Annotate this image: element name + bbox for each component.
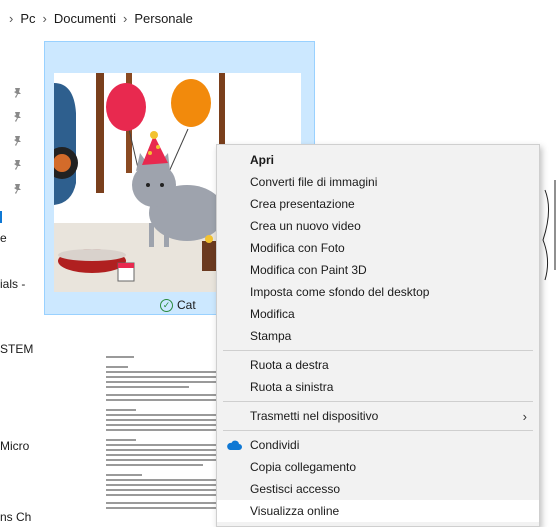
menu-item-trasmetti[interactable]: Trasmetti nel dispositivo › — [217, 405, 539, 427]
menu-item-crea-video[interactable]: Crea un nuovo video — [217, 215, 539, 237]
menu-item-sfondo-desktop[interactable]: Imposta come sfondo del desktop — [217, 281, 539, 303]
menu-item-label: Crea presentazione — [250, 197, 355, 211]
chevron-right-icon: › — [522, 409, 527, 424]
pin-icon — [14, 112, 21, 122]
menu-item-gestisci-accesso[interactable]: Gestisci accesso — [217, 478, 539, 500]
menu-item-label: Crea un nuovo video — [250, 219, 361, 233]
menu-item-label: Trasmetti nel dispositivo — [250, 409, 379, 423]
file-explorer-window: { "breadcrumb": { "items": ["Pc", "Docum… — [0, 0, 559, 527]
menu-item-label: Imposta come sfondo del desktop — [250, 285, 430, 299]
menu-item-crea-presentazione[interactable]: Crea presentazione — [217, 193, 539, 215]
nav-item[interactable]: Micro — [0, 439, 29, 453]
nav-item[interactable]: e — [0, 231, 7, 245]
selection-indicator — [0, 211, 2, 223]
sketch-image — [542, 180, 556, 281]
chevron-right-icon[interactable]: › — [43, 11, 47, 26]
menu-item-label: Modifica con Paint 3D — [250, 263, 367, 277]
file-name-cat[interactable]: ✓ Cat — [160, 298, 196, 312]
nav-item[interactable]: STEM — [0, 342, 33, 356]
cloud-icon — [227, 440, 242, 450]
menu-item-label: Condividi — [250, 438, 300, 452]
menu-item-label: Apri — [250, 153, 274, 167]
menu-item-stampa[interactable]: Stampa — [217, 325, 539, 347]
menu-item-label: Converti file di immagini — [250, 175, 378, 189]
pin-icon — [14, 136, 21, 146]
menu-item-label: Ruota a sinistra — [250, 380, 334, 394]
file-thumbnail-partial[interactable] — [538, 150, 559, 290]
menu-item-condividi[interactable]: Condividi — [217, 434, 539, 456]
menu-item-label: Gestisci accesso — [250, 482, 341, 496]
breadcrumb-item-pc[interactable]: Pc — [20, 11, 35, 26]
menu-item-label: Modifica — [250, 307, 295, 321]
breadcrumb-item-personale[interactable]: Personale — [134, 11, 193, 26]
menu-item-label: Stampa — [250, 329, 292, 343]
menu-separator — [223, 430, 533, 431]
menu-item-modifica-foto[interactable]: Modifica con Foto — [217, 237, 539, 259]
menu-item-ruota-destra[interactable]: Ruota a destra — [217, 354, 539, 376]
chevron-right-icon[interactable]: › — [123, 11, 127, 26]
nav-item[interactable]: ials - — [0, 277, 25, 291]
menu-item-label: Visualizza online — [250, 504, 340, 518]
menu-item-ruota-sinistra[interactable]: Ruota a sinistra — [217, 376, 539, 398]
breadcrumb: › Pc › Documenti › Personale — [0, 0, 559, 36]
menu-separator — [223, 401, 533, 402]
chevron-right-icon[interactable]: › — [9, 11, 13, 26]
pin-icon — [14, 160, 21, 170]
nav-item[interactable]: ns Ch — [0, 510, 31, 524]
menu-item-apri[interactable]: Apri — [217, 149, 539, 171]
menu-item-label: Ruota a destra — [250, 358, 329, 372]
pin-icon — [14, 184, 21, 194]
file-name-label: Cat — [177, 298, 196, 312]
menu-item-label: Copia collegamento — [250, 460, 357, 474]
context-menu: Apri Converti file di immagini Crea pres… — [216, 144, 540, 527]
breadcrumb-item-documenti[interactable]: Documenti — [54, 11, 116, 26]
menu-separator — [223, 350, 533, 351]
menu-item-converti[interactable]: Converti file di immagini — [217, 171, 539, 193]
menu-item-copia-collegamento[interactable]: Copia collegamento — [217, 456, 539, 478]
navigation-pane: e ials - STEM Micro ns Ch — [0, 36, 33, 527]
menu-item-visualizza-online[interactable]: Visualizza online — [217, 500, 539, 522]
menu-item-modifica[interactable]: Modifica — [217, 303, 539, 325]
sync-status-check-icon: ✓ — [160, 298, 173, 312]
menu-item-label: Modifica con Foto — [250, 241, 345, 255]
pin-icon — [14, 88, 21, 98]
menu-item-modifica-paint3d[interactable]: Modifica con Paint 3D — [217, 259, 539, 281]
